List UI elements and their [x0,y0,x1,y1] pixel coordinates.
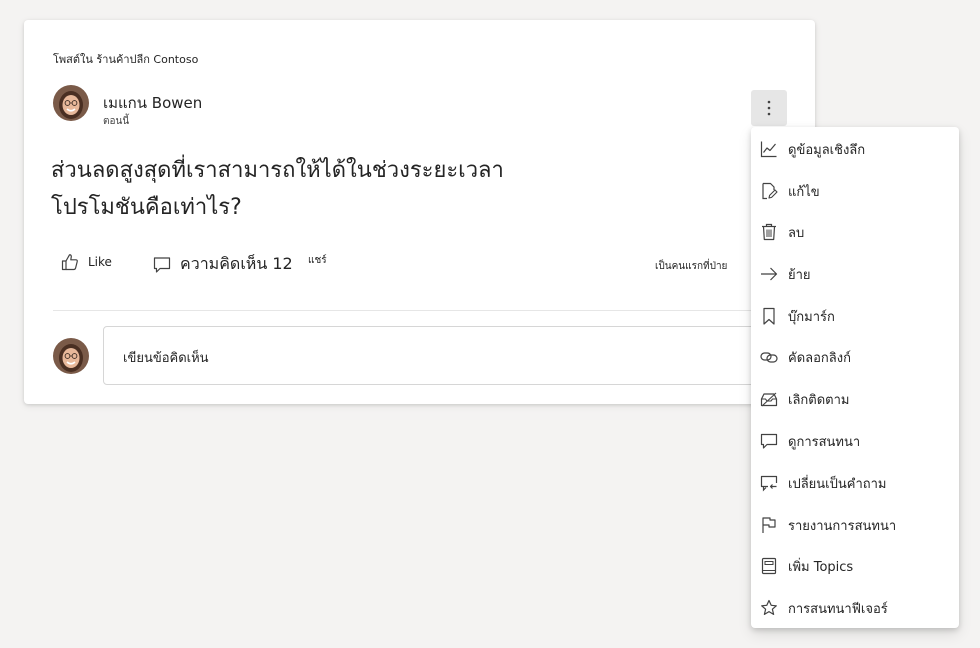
menu-item-label: เปลี่ยนเป็นคำถาม [788,476,887,492]
menu-item-edit[interactable]: แก้ไข [751,171,959,211]
move-arrow-icon [759,264,779,284]
post-title: ส่วนลดสูงสุดที่เราสามารถให้ได้ในช่วงระยะ… [51,158,504,220]
posted-in-label: โพสต์ใน ร้านค้าปลีก Contoso [53,53,199,66]
menu-item-label: แก้ไข [788,184,820,200]
current-user-avatar [53,338,89,374]
post-timestamp: ตอนนี้ [103,116,130,127]
delete-icon [759,222,779,242]
divider [53,310,787,311]
change-to-question-icon [759,473,779,493]
comment-count-label: ความคิดเห็น 12 [180,254,293,273]
comment-placeholder: เขียนข้อคิดเห็น [123,351,209,366]
link-icon [759,347,779,367]
unfollow-inbox-icon [759,389,779,409]
menu-item-label: ดูข้อมูลเชิงลึก [788,142,866,158]
topics-book-icon [759,556,779,576]
menu-item-change-to-question[interactable]: เปลี่ยนเป็นคำถาม [751,463,959,503]
menu-item-label: เพิ่ม Topics [788,559,854,575]
menu-item-move[interactable]: ย้าย [751,254,959,294]
like-button[interactable]: Like [60,252,112,272]
like-icon [61,254,78,271]
star-icon [759,598,779,618]
menu-item-label: การสนทนาฟีเจอร์ [788,601,888,617]
menu-item-label: เลิกติดตาม [788,392,850,408]
menu-item-label: บุ๊กมาร์ก [788,309,835,325]
menu-item-delete[interactable]: ลบ [751,212,959,252]
menu-item-view-conversation[interactable]: ดูการสนทนา [751,421,959,461]
comment-button[interactable]: ความคิดเห็น 12 [152,252,293,277]
menu-item-label: รายงานการสนทนา [788,518,897,534]
comment-input[interactable]: เขียนข้อคิดเห็น [103,326,765,385]
bookmark-icon [759,306,779,326]
first-vote-label: เป็นคนแรกที่ป่าย [655,261,728,272]
menu-item-copy-link[interactable]: คัดลอกลิงก์ [751,337,959,377]
more-options-button[interactable] [751,90,787,126]
menu-item-label: ย้าย [788,267,811,283]
flag-icon [759,515,779,535]
menu-item-bookmark[interactable]: บุ๊กมาร์ก [751,296,959,336]
more-vertical-icon [767,100,771,116]
conversation-icon [759,431,779,451]
author-avatar[interactable] [53,85,89,121]
edit-icon [759,181,779,201]
menu-item-feature-conversation[interactable]: การสนทนาฟีเจอร์ [751,588,959,628]
menu-item-label: ลบ [788,225,805,241]
menu-item-insights[interactable]: ดูข้อมูลเชิงลึก [751,129,959,169]
menu-item-label: ดูการสนทนา [788,434,861,450]
like-label: Like [88,255,112,269]
menu-item-unfollow[interactable]: เลิกติดตาม [751,379,959,419]
menu-item-label: คัดลอกลิงก์ [788,350,851,366]
menu-item-report[interactable]: รายงานการสนทนา [751,505,959,545]
menu-item-add-topics[interactable]: เพิ่ม Topics [751,546,959,586]
post-card: โพสต์ใน ร้านค้าปลีก Contoso เมแกน Bowen … [24,20,815,404]
comment-icon [153,256,171,273]
insights-icon [759,139,779,159]
share-button[interactable]: แชร์ [308,253,327,268]
more-options-menu: ดูข้อมูลเชิงลึก แก้ไข ลบ ย้าย บุ๊กมาร์ก … [751,127,959,628]
author-name[interactable]: เมแกน Bowen [103,91,202,115]
